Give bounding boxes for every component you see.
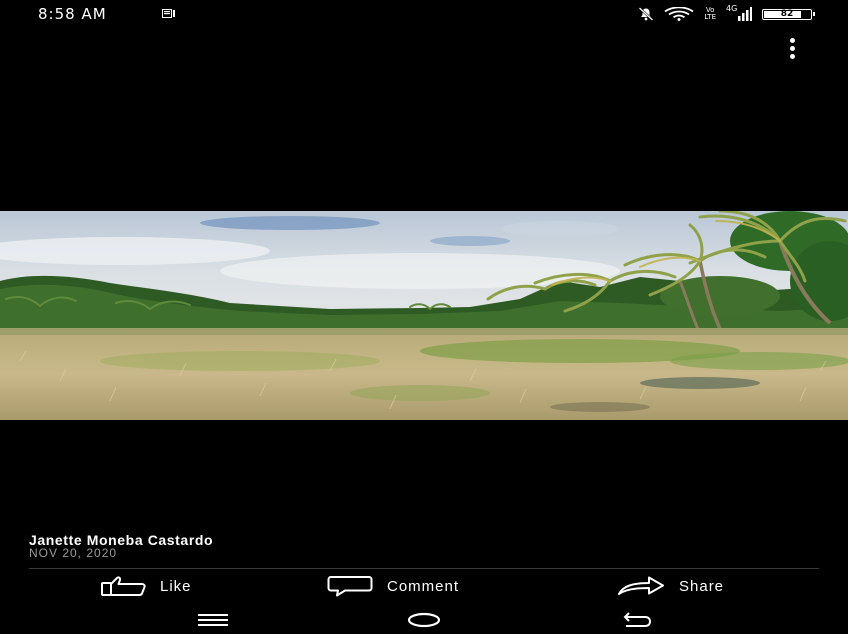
back-icon [623, 612, 652, 627]
recents-icon [198, 614, 228, 626]
battery-percentage: 82 [780, 8, 794, 19]
wifi-icon [664, 7, 694, 21]
share-label: Share [679, 577, 725, 595]
comment-label: Comment [387, 577, 460, 595]
post-date: NOV 20, 2020 [29, 546, 118, 560]
status-icons: Vo LTE 4G 82 [638, 5, 815, 22]
recents-button[interactable] [195, 608, 231, 632]
comment-icon [327, 576, 373, 597]
back-button[interactable] [618, 608, 654, 632]
like-label: Like [160, 577, 192, 595]
navigation-bar [0, 604, 848, 634]
thumbs-up-icon [101, 576, 146, 596]
comment-button[interactable]: Comment [327, 574, 459, 598]
status-bar: 8:58 AM Vo LTE 4G 82 [0, 0, 848, 28]
share-icon [618, 576, 664, 595]
volte-label-bottom: LTE [704, 13, 716, 21]
signal-icon: 4G [726, 5, 752, 22]
share-button[interactable]: Share [617, 574, 724, 598]
more-vert-icon[interactable] [780, 36, 804, 60]
menu-dot [789, 53, 795, 59]
notification-icon [162, 9, 175, 18]
post-photo[interactable] [0, 211, 848, 420]
divider [29, 568, 819, 569]
mute-icon [639, 7, 654, 21]
landscape-photo [0, 211, 848, 420]
battery-icon: 82 [762, 8, 815, 20]
volte-icon: Vo LTE [704, 7, 716, 21]
menu-dot [789, 37, 795, 43]
status-time: 8:58 AM [38, 5, 107, 23]
menu-dot [789, 45, 795, 51]
home-button[interactable] [404, 608, 444, 632]
like-button[interactable]: Like [100, 574, 192, 598]
home-icon [407, 612, 441, 628]
photo-viewer-screen: 8:58 AM Vo LTE 4G 82 Janette Moneba Cast… [0, 0, 848, 634]
